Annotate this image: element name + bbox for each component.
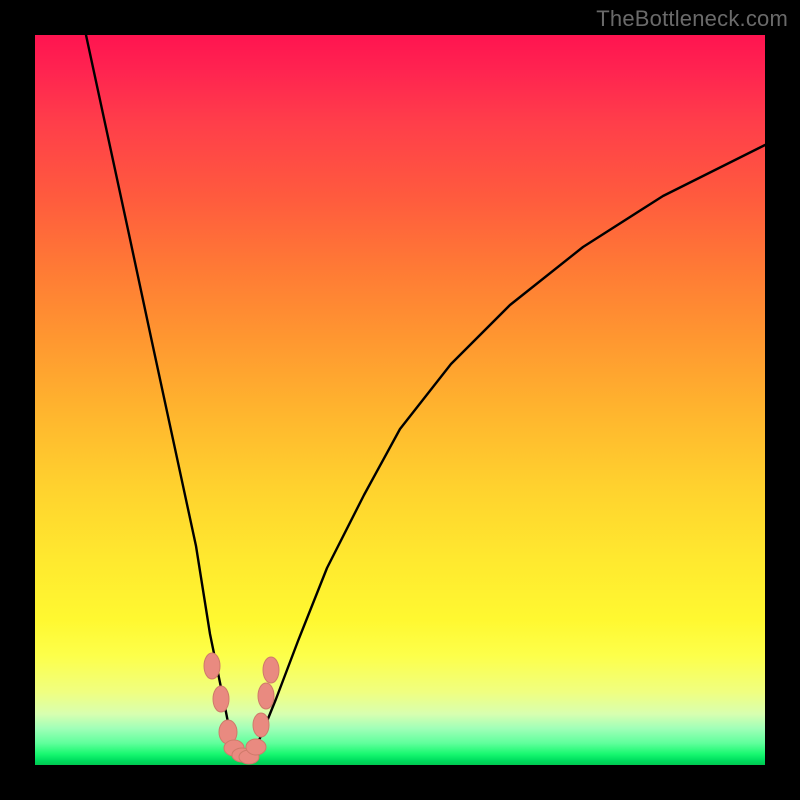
- marker-dot: [258, 683, 274, 709]
- marker-dot: [213, 686, 229, 712]
- marker-dot: [246, 739, 266, 755]
- marker-cluster: [204, 653, 279, 764]
- marker-dot: [204, 653, 220, 679]
- marker-dot: [253, 713, 269, 737]
- marker-dot: [263, 657, 279, 683]
- bottleneck-curve: [86, 35, 765, 757]
- watermark-text: TheBottleneck.com: [596, 6, 788, 32]
- plot-area: [35, 35, 765, 765]
- chart-frame: TheBottleneck.com: [0, 0, 800, 800]
- bottleneck-curve-layer: [35, 35, 765, 765]
